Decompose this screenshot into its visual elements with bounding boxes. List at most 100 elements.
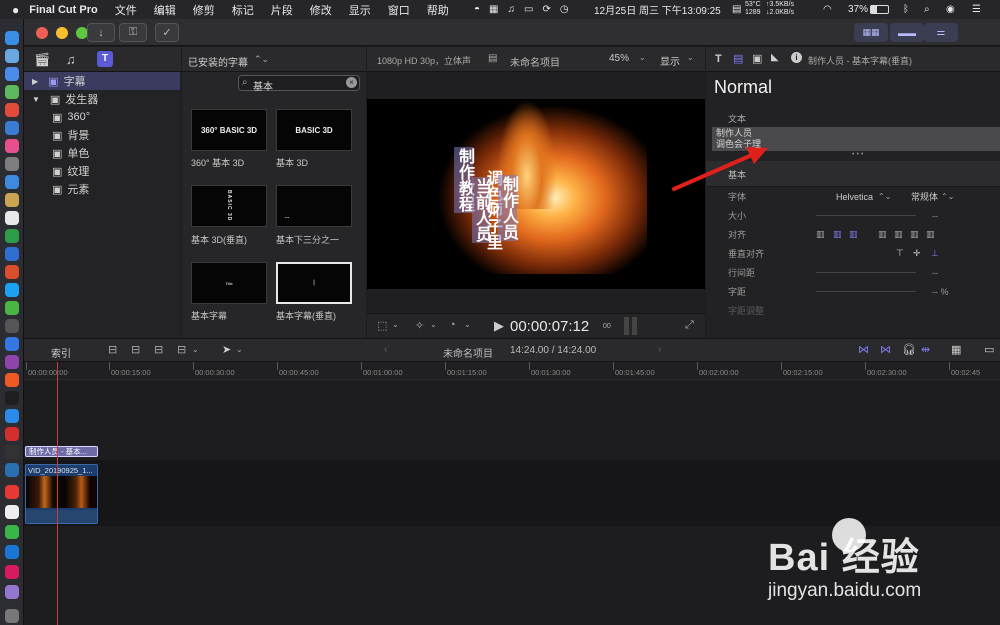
menu-help[interactable]: 帮助 bbox=[427, 2, 449, 18]
chat-app-icon[interactable] bbox=[5, 525, 19, 539]
effects-browser-icon[interactable]: ▭ bbox=[984, 343, 994, 356]
settings-icon[interactable] bbox=[5, 157, 19, 171]
calendar-icon[interactable] bbox=[5, 211, 19, 225]
justify-right-icon[interactable]: ▥ bbox=[910, 229, 919, 240]
tree-item-elements[interactable]: ▣ 元素 bbox=[24, 180, 180, 198]
battery-icon[interactable] bbox=[870, 5, 889, 14]
terminal-icon[interactable] bbox=[5, 319, 19, 333]
speed-icon[interactable]: ◔ bbox=[449, 319, 456, 331]
clapper-icon[interactable]: 🎬︎ bbox=[34, 52, 51, 68]
tracking-slider[interactable] bbox=[816, 291, 916, 292]
folder-icon[interactable] bbox=[5, 505, 19, 519]
font-style-popup[interactable]: 常规体 bbox=[911, 190, 938, 203]
sync-icon[interactable]: ⟳ bbox=[542, 4, 550, 15]
chevron-updown-icon[interactable]: ⌃⌄ bbox=[254, 54, 269, 65]
tracking-value[interactable]: -- % bbox=[932, 287, 949, 297]
cpu-monitor[interactable]: 53°C 1289 bbox=[745, 1, 761, 17]
line-spacing-slider[interactable] bbox=[816, 272, 916, 273]
menu-clip[interactable]: 片段 bbox=[271, 2, 293, 18]
ghost-icon[interactable]: ◓ bbox=[474, 4, 480, 15]
import-button[interactable]: ↓ bbox=[87, 23, 115, 42]
info-inspector-icon[interactable]: i bbox=[791, 52, 802, 63]
align-center-icon[interactable]: ▥ bbox=[833, 229, 842, 240]
menu-window[interactable]: 窗口 bbox=[388, 2, 410, 18]
audio-skimming-icon[interactable]: ⋈ bbox=[880, 343, 891, 356]
edit-chevron-icon[interactable]: ⌄ bbox=[192, 345, 199, 354]
align-left-icon[interactable]: ▥ bbox=[816, 229, 829, 240]
vivaldi-icon[interactable] bbox=[5, 427, 19, 441]
tree-item-background[interactable]: ▣ 背景 bbox=[24, 126, 180, 144]
disclosure-down-icon[interactable]: ▼ bbox=[32, 95, 40, 104]
notification-icon[interactable]: ☰ bbox=[972, 0, 981, 19]
menu-file[interactable]: 文件 bbox=[115, 2, 137, 18]
menu-extra-icon[interactable]: ▤ bbox=[732, 0, 741, 19]
line-spacing-value[interactable]: -- bbox=[932, 268, 938, 278]
fullscreen-icon[interactable]: ⤢ bbox=[685, 319, 694, 332]
size-value[interactable]: -- bbox=[932, 211, 938, 221]
play-button[interactable]: ▶ bbox=[494, 318, 504, 334]
safari-icon[interactable] bbox=[5, 121, 19, 135]
wifi-icon[interactable]: ◠ bbox=[823, 0, 832, 19]
background-tasks-button[interactable]: ✓ bbox=[155, 23, 179, 42]
podcast-icon[interactable] bbox=[5, 355, 19, 369]
trash-icon[interactable] bbox=[5, 609, 19, 623]
speed-chevron-icon[interactable]: ⌄ bbox=[464, 320, 471, 329]
valign-bottom-icon[interactable]: ⊥ bbox=[931, 248, 939, 259]
justify-center-icon[interactable]: ▥ bbox=[894, 229, 903, 240]
cinema-icon[interactable] bbox=[5, 373, 19, 387]
tree-item-solid[interactable]: ▣ 单色 bbox=[24, 144, 180, 162]
music-app-icon[interactable] bbox=[5, 265, 19, 279]
activity-icon[interactable] bbox=[5, 445, 19, 459]
title-clip[interactable]: 制作人员 - 基本... bbox=[25, 446, 98, 457]
minimize-window-button[interactable] bbox=[56, 27, 68, 39]
yandex-icon[interactable] bbox=[5, 485, 19, 499]
transform-handle-icon[interactable] bbox=[487, 202, 499, 214]
color-inspector-icon[interactable]: ◣ bbox=[771, 52, 779, 63]
video-clip[interactable]: VID_20190925_1... bbox=[25, 464, 98, 524]
insert-clip-icon[interactable]: ⊟ bbox=[131, 343, 140, 356]
display-chevron-icon[interactable]: ⌄ bbox=[687, 53, 694, 62]
display-popup[interactable]: 显示 bbox=[660, 53, 680, 68]
tool-chevron-icon[interactable]: ⌄ bbox=[236, 345, 243, 354]
viewer-canvas[interactable]: 制作教程 当前人员 调色师子里 制作人员 bbox=[367, 99, 705, 289]
music-icon[interactable]: ♫ bbox=[508, 4, 516, 15]
telegram-icon[interactable] bbox=[5, 283, 19, 297]
titles-generators-icon[interactable]: T bbox=[97, 51, 113, 67]
mail-icon[interactable] bbox=[5, 545, 19, 559]
tree-item-generators[interactable]: ▼ ▣ 发生器 bbox=[24, 90, 180, 108]
text-inspector-icon[interactable]: T bbox=[715, 53, 722, 65]
select-tool-icon[interactable]: ➤ bbox=[222, 343, 231, 356]
thumbnail-basic-title-vertical[interactable]: | bbox=[276, 262, 352, 304]
menu-mark[interactable]: 标记 bbox=[232, 2, 254, 18]
installed-titles-popup[interactable]: 已安装的字幕 bbox=[188, 54, 248, 69]
playhead[interactable] bbox=[57, 362, 58, 625]
index-button[interactable]: 索引 bbox=[51, 345, 71, 360]
zoom-chevron-icon[interactable]: ⌄ bbox=[639, 53, 646, 62]
search-input[interactable]: 基本 bbox=[253, 78, 273, 93]
title-text-1[interactable]: 制作教程 bbox=[454, 147, 473, 213]
headphones-icon[interactable]: 🎧︎ bbox=[902, 343, 916, 356]
thumbnail-basic-title[interactable]: Title bbox=[191, 262, 267, 304]
clear-search-icon[interactable]: × bbox=[346, 77, 357, 88]
timeline-toggle-button[interactable]: ▬▬ bbox=[890, 23, 924, 42]
tree-item-texture[interactable]: ▣ 纹理 bbox=[24, 162, 180, 180]
chrome-icon[interactable] bbox=[5, 103, 19, 117]
clock-text[interactable]: 12月25日 周三 下午13:09:25 bbox=[594, 0, 721, 19]
search-field[interactable]: ⌕ 基本 × bbox=[238, 75, 360, 93]
net-monitor[interactable]: ↑3.5KB/s ↓2.0KB/s bbox=[766, 1, 794, 17]
valign-middle-icon[interactable]: ✛ bbox=[913, 248, 921, 259]
android-icon[interactable] bbox=[5, 85, 19, 99]
forward-arrow-icon[interactable]: › bbox=[658, 344, 661, 355]
transform-chevron-icon[interactable]: ⌄ bbox=[392, 320, 399, 329]
back-arrow-icon[interactable]: ‹ bbox=[384, 344, 387, 355]
append-clip-icon[interactable]: ⊟ bbox=[154, 343, 163, 356]
tree-item-360[interactable]: ▣ 360° bbox=[24, 108, 180, 126]
justify-left-icon[interactable]: ▥ bbox=[878, 229, 887, 240]
app-store-icon[interactable] bbox=[5, 175, 19, 189]
netease-icon[interactable] bbox=[5, 565, 19, 579]
align-right-icon[interactable]: ▥ bbox=[849, 229, 858, 240]
video-skimming-icon[interactable]: ⋈ bbox=[858, 343, 869, 356]
style-chevron-icon[interactable]: ⌃⌄ bbox=[941, 192, 954, 201]
thumbnail-basic-lower-third[interactable]: ... bbox=[276, 185, 352, 227]
wechat-icon[interactable] bbox=[5, 301, 19, 315]
